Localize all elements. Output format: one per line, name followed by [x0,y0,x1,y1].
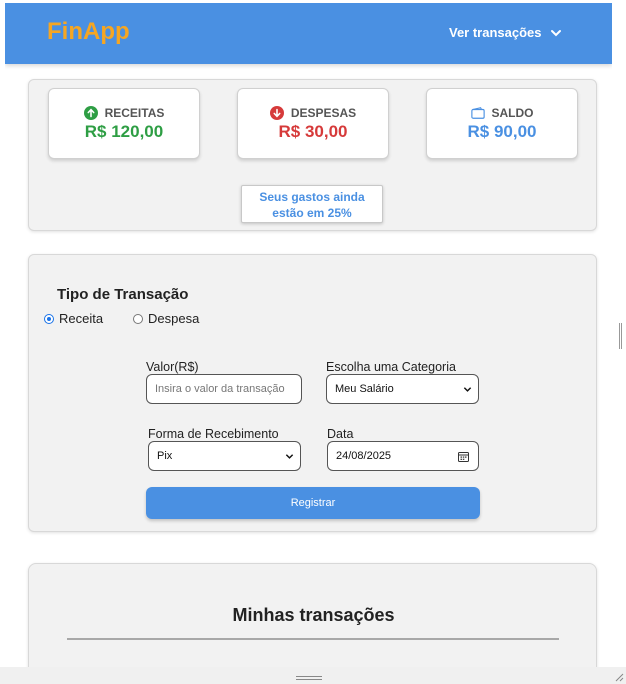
chevron-down-icon [550,29,561,36]
arrow-up-circle-icon [83,106,98,120]
date-value: 24/08/2025 [336,450,392,462]
balance-value: R$ 90,00 [467,122,537,141]
resize-grip-icon[interactable] [614,672,624,682]
expense-radio-label: Despesa [148,311,200,326]
spending-hint: Seus gastos ainda estão em 25% [241,185,383,223]
date-label: Data [327,427,354,441]
income-card: RECEITAS R$ 120,00 [48,88,200,159]
type-income-option[interactable]: Receita [44,311,103,326]
panel-resize-handle[interactable] [619,323,622,349]
balance-card: SALDO R$ 90,00 [426,88,578,159]
form-title: Tipo de Transação [57,286,189,303]
brand-logo[interactable]: FinApp [47,18,130,46]
expense-radio[interactable] [133,313,143,324]
hint-line-1: Seus gastos ainda [259,190,365,204]
navbar: FinApp Ver transações [5,3,612,64]
calendar-icon[interactable] [458,451,469,462]
chevron-down-icon [285,454,294,459]
view-transactions-label: Ver transações [449,25,542,40]
balance-label: SALDO [491,106,534,120]
value-label: Valor(R$) [146,360,199,374]
transaction-form: Tipo de Transação Receita Despesa Valor(… [28,254,597,532]
transactions-title: Minhas transações [232,605,395,625]
transactions-divider [67,638,559,640]
register-button[interactable]: Registrar [146,487,480,519]
expenses-label: DESPESAS [290,106,357,120]
category-label: Escolha uma Categoria [326,360,456,374]
income-value: R$ 120,00 [84,122,164,141]
category-select[interactable]: Meu Salário [326,374,479,404]
date-input[interactable]: 24/08/2025 [327,441,479,471]
value-placeholder: Insira o valor da transação [155,383,285,395]
income-label: RECEITAS [104,106,165,120]
arrow-down-circle-icon [269,106,284,120]
type-expense-option[interactable]: Despesa [133,311,199,326]
method-select[interactable]: Pix [148,441,301,471]
bottom-resize-handle[interactable] [296,676,322,680]
method-selected: Pix [157,450,173,462]
app-viewport: FinApp Ver transações RECEITAS R$ 120,00… [5,3,612,667]
income-radio-label: Receita [59,311,104,326]
view-transactions-link[interactable]: Ver transações [449,25,562,40]
value-input[interactable]: Insira o valor da transação [146,374,302,404]
wallet-icon [470,107,485,119]
expenses-card: DESPESAS R$ 30,00 [237,88,389,159]
chevron-down-icon [463,387,472,392]
transactions-panel: Minhas transações [28,563,597,667]
expenses-value: R$ 30,00 [278,122,348,141]
method-label: Forma de Recebimento [148,427,279,441]
hint-line-2: estão em 25% [272,206,352,220]
summary-panel: RECEITAS R$ 120,00 DESPESAS R$ 30,00 SAL… [28,79,597,231]
income-radio[interactable] [44,313,54,324]
category-selected: Meu Salário [335,383,394,395]
